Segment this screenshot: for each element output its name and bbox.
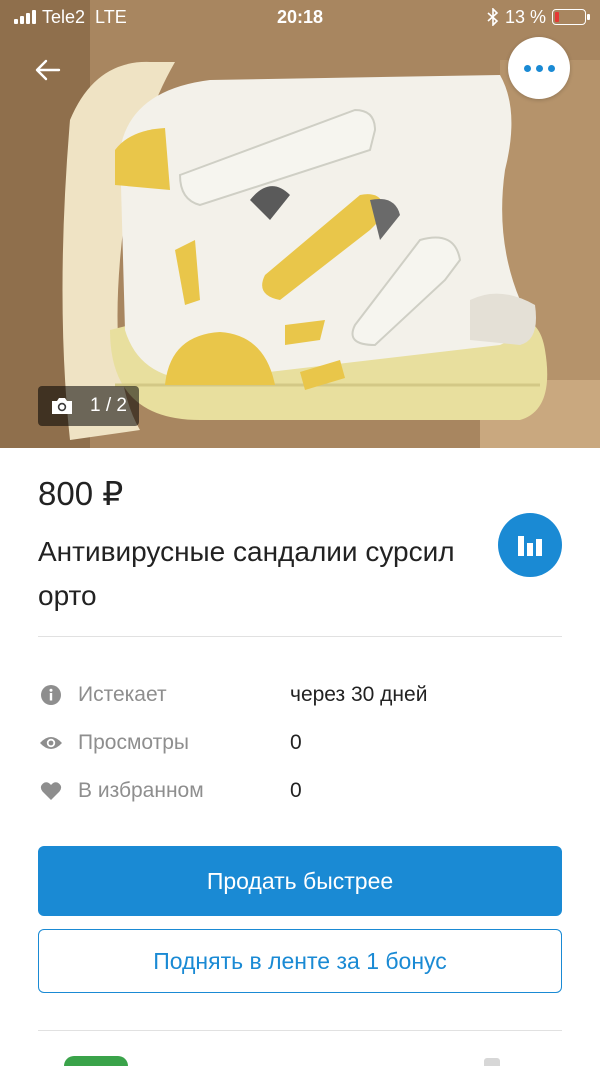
status-bar: Tele2 LTE 20:18 13 % (0, 0, 600, 34)
statistics-button[interactable] (498, 513, 562, 577)
battery-level (555, 12, 559, 22)
arrow-left-icon (35, 59, 61, 81)
battery-percent: 13 % (504, 6, 546, 27)
info-row-favorites: В избранном 0 (38, 776, 562, 806)
views-value: 0 (290, 731, 302, 754)
photo-counter: 1 / 2 (38, 386, 139, 426)
listing-photo[interactable]: Tele2 LTE 20:18 13 % 1 / 2 (0, 0, 600, 448)
bluetooth-icon (487, 8, 499, 26)
heart-icon (38, 778, 64, 804)
boost-listing-button[interactable]: Поднять в ленте за 1 бонус (38, 929, 562, 993)
expires-label: Истекает (78, 683, 167, 706)
back-button[interactable] (28, 50, 68, 90)
expires-value: через 30 дней (290, 683, 428, 706)
carrier-info: Tele2 LTE (14, 7, 127, 28)
listing-price: 800 ₽ (38, 475, 124, 512)
favorites-value: 0 (290, 779, 302, 802)
bar-chart-icon (518, 536, 542, 556)
more-dots-icon (521, 64, 557, 72)
divider (38, 1030, 562, 1031)
divider (38, 636, 562, 637)
photo-counter-text: 1 / 2 (90, 395, 127, 416)
info-row-views: Просмотры 0 (38, 728, 562, 758)
info-icon (38, 682, 64, 708)
sell-faster-button[interactable]: Продать быстрее (38, 846, 562, 916)
camera-icon (52, 398, 72, 414)
favorites-label: В избранном (78, 779, 204, 802)
info-row-expires: Истекает через 30 дней (38, 680, 562, 710)
secondary-icon (484, 1058, 500, 1066)
more-options-button[interactable] (508, 37, 570, 99)
battery-icon (552, 9, 590, 25)
views-label: Просмотры (78, 731, 189, 754)
battery-info: 13 % (487, 6, 590, 28)
listing-title: Антивирусные сандалии сурсил орто (38, 536, 455, 611)
signal-strength-icon (14, 10, 36, 24)
eye-icon (38, 730, 64, 756)
carrier-name: Tele2 (42, 6, 86, 27)
promo-icon (64, 1056, 128, 1066)
network-type: LTE (95, 6, 127, 27)
